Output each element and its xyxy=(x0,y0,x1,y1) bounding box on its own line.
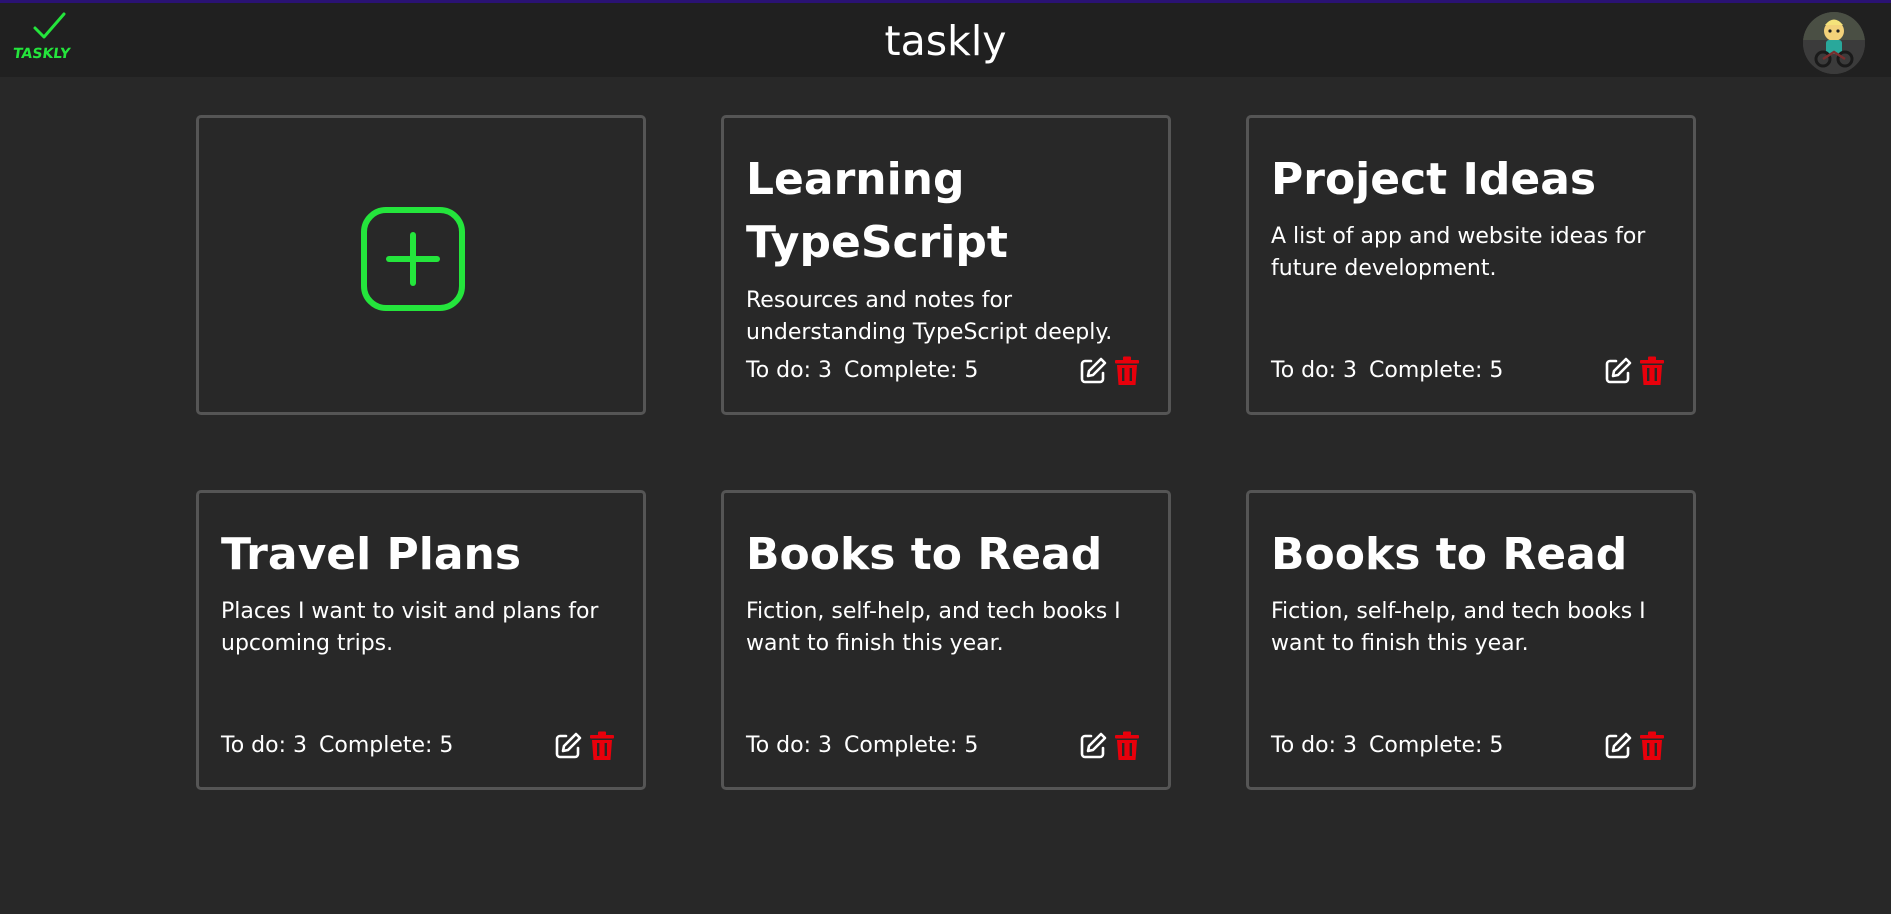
list-card[interactable]: Learning TypeScript Resources and notes … xyxy=(721,115,1171,415)
todo-count: To do: 3 xyxy=(746,358,832,383)
card-description: Resources and notes for understanding Ty… xyxy=(746,288,1113,345)
card-description: Places I want to visit and plans for upc… xyxy=(221,599,599,656)
card-description: Fiction, self-help, and tech books I wan… xyxy=(1271,599,1646,656)
trash-icon[interactable] xyxy=(1639,731,1665,761)
add-list-card[interactable] xyxy=(196,115,646,415)
card-title: Learning TypeScript xyxy=(746,154,1008,268)
card-description: Fiction, self-help, and tech books I wan… xyxy=(746,599,1121,656)
trash-icon[interactable] xyxy=(589,731,615,761)
trash-icon[interactable] xyxy=(1114,731,1140,761)
todo-count: To do: 3 xyxy=(1271,733,1357,758)
todo-count: To do: 3 xyxy=(746,733,832,758)
trash-icon[interactable] xyxy=(1639,356,1665,386)
plus-square-icon xyxy=(361,207,465,311)
list-card[interactable]: Books to Read Fiction, self-help, and te… xyxy=(721,490,1171,790)
edit-icon[interactable] xyxy=(1078,356,1108,386)
trash-icon[interactable] xyxy=(1114,356,1140,386)
complete-count: Complete: 5 xyxy=(1369,358,1504,383)
complete-count: Complete: 5 xyxy=(319,733,454,758)
complete-count: Complete: 5 xyxy=(844,358,979,383)
todo-count: To do: 3 xyxy=(221,733,307,758)
card-description: A list of app and website ideas for futu… xyxy=(1271,224,1646,281)
edit-icon[interactable] xyxy=(553,731,583,761)
top-navbar: TASKLY taskly xyxy=(0,0,1891,77)
todo-count: To do: 3 xyxy=(1271,358,1357,383)
complete-count: Complete: 5 xyxy=(1369,733,1504,758)
card-footer: To do: 3 Complete: 5 xyxy=(221,729,621,763)
edit-icon[interactable] xyxy=(1603,731,1633,761)
list-card[interactable]: Books to Read Fiction, self-help, and te… xyxy=(1246,490,1696,790)
card-footer: To do: 3 Complete: 5 xyxy=(746,354,1146,388)
edit-icon[interactable] xyxy=(1603,356,1633,386)
card-footer: To do: 3 Complete: 5 xyxy=(1271,354,1671,388)
card-title: Books to Read xyxy=(1271,529,1628,580)
complete-count: Complete: 5 xyxy=(844,733,979,758)
card-title: Travel Plans xyxy=(221,529,522,580)
user-avatar[interactable] xyxy=(1803,12,1865,74)
card-title: Books to Read xyxy=(746,529,1103,580)
edit-icon[interactable] xyxy=(1078,731,1108,761)
card-footer: To do: 3 Complete: 5 xyxy=(1271,729,1671,763)
card-title: Project Ideas xyxy=(1271,154,1597,205)
list-card[interactable]: Project Ideas A list of app and website … xyxy=(1246,115,1696,415)
app-title: taskly xyxy=(884,17,1007,65)
card-footer: To do: 3 Complete: 5 xyxy=(746,729,1146,763)
list-card[interactable]: Travel Plans Places I want to visit and … xyxy=(196,490,646,790)
avatar-image xyxy=(1803,12,1865,74)
